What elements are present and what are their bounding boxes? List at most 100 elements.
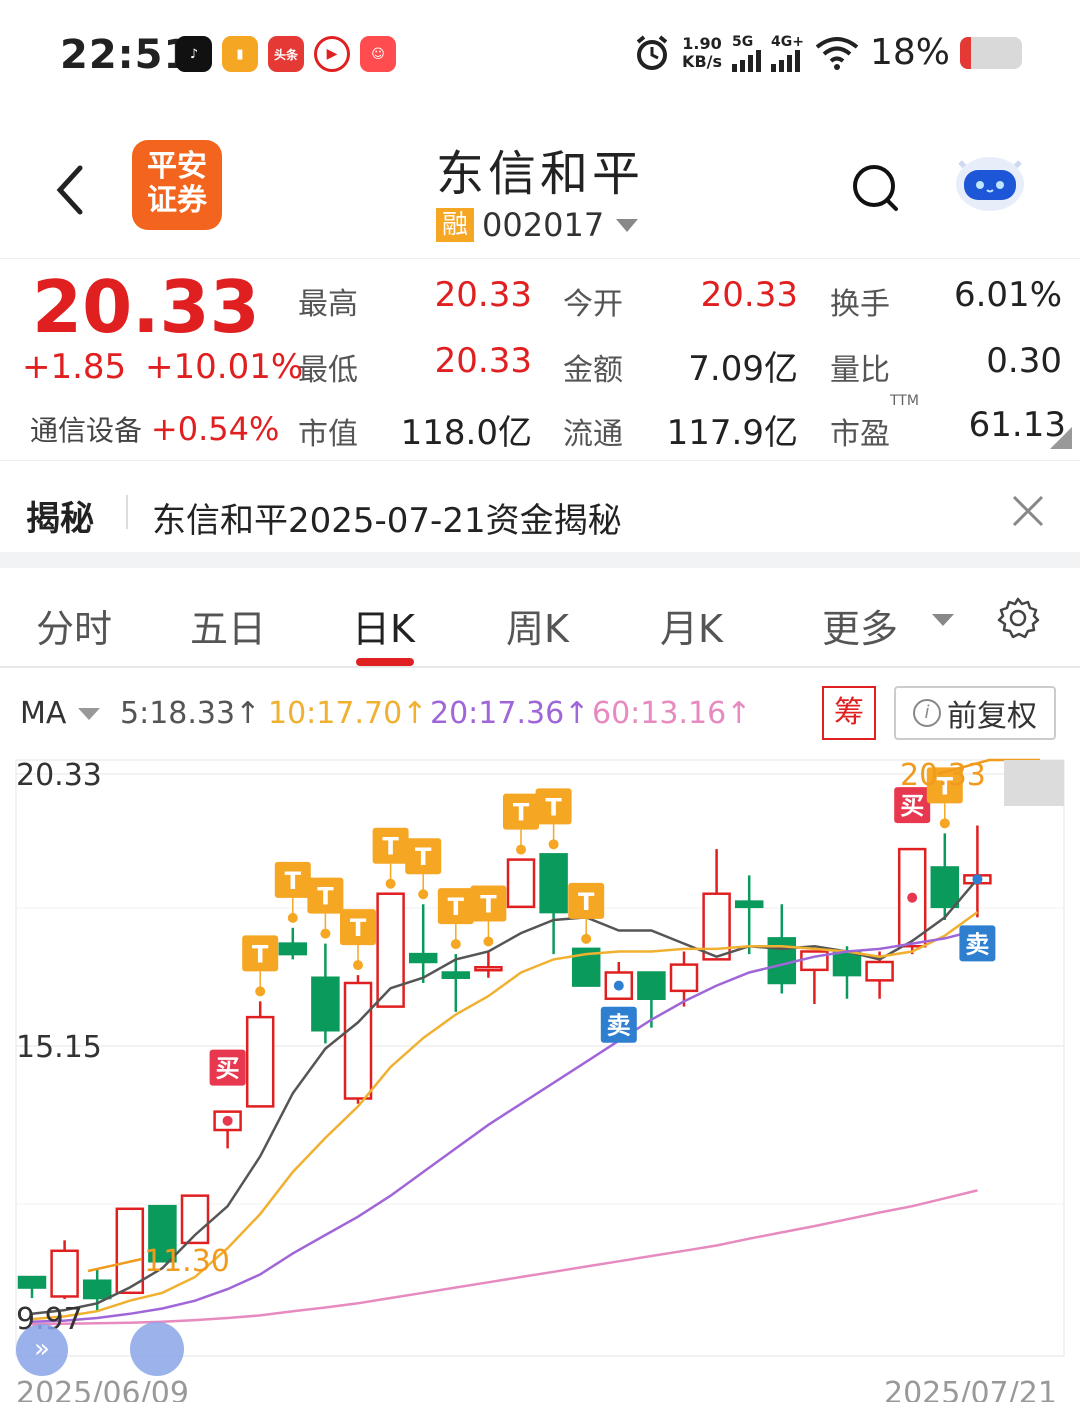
signal-dot bbox=[385, 878, 396, 889]
signal-label: T bbox=[415, 843, 432, 871]
notification-app-icons: ♪ ▮ 头条 ▶ ☺ bbox=[176, 36, 396, 72]
divider bbox=[126, 495, 128, 529]
stock-header: 平安 证券 东信和平 融 002017 bbox=[0, 120, 1080, 258]
status-time: 22:51 bbox=[60, 32, 193, 78]
fullscreen-icon[interactable] bbox=[130, 1322, 184, 1376]
reveal-tag: 揭秘 bbox=[26, 499, 94, 539]
info-icon: i bbox=[913, 699, 941, 727]
expand-panel-icon[interactable]: » bbox=[16, 1324, 68, 1376]
signal-dot bbox=[287, 912, 298, 923]
market-cap-value: 118.0亿 bbox=[400, 413, 532, 453]
notes-icon: ▮ bbox=[222, 36, 258, 72]
signal-label: T bbox=[578, 888, 595, 916]
hotel-icon: ☺ bbox=[360, 36, 396, 72]
stock-name: 东信和平 bbox=[435, 146, 644, 202]
tab-five-day[interactable]: 五日 bbox=[190, 598, 266, 653]
candle-body bbox=[408, 952, 438, 964]
x-axis-end-date: 2025/07/21 bbox=[884, 1376, 1057, 1402]
kline-chart[interactable]: 买TTTTTTTTTTT卖买T卖 20.33 15.15 9.97 11.30 … bbox=[0, 756, 1080, 1402]
tab-intraday[interactable]: 分时 bbox=[36, 598, 112, 653]
signal-label: 买 bbox=[900, 792, 924, 820]
signal-dot bbox=[548, 839, 559, 850]
pe-label: 市盈 bbox=[830, 417, 890, 452]
net-speed: 1.90 KB/s bbox=[682, 33, 723, 71]
wifi-icon bbox=[815, 36, 859, 70]
tab-monthly-k[interactable]: 月K bbox=[660, 598, 723, 653]
turnover-label: 换手 bbox=[830, 287, 890, 322]
signal-dot bbox=[450, 939, 461, 950]
price-change: +1.85 +10.01% bbox=[22, 347, 304, 387]
ai-assistant-robot-icon[interactable] bbox=[950, 150, 1030, 214]
chart-period-tabs: 分时 五日 日K 周K 月K 更多 bbox=[0, 568, 1080, 668]
active-tab-indicator bbox=[356, 658, 414, 666]
high-label: 最高 bbox=[298, 287, 358, 322]
chevron-down-icon bbox=[932, 614, 954, 626]
quote-panel: 20.33 +1.85 +10.01% 通信设备 +0.54% 最高 20.33… bbox=[0, 258, 1080, 458]
candle-body bbox=[115, 1207, 145, 1295]
candle-body bbox=[474, 965, 503, 972]
gear-icon[interactable] bbox=[996, 596, 1040, 640]
video-icon: ▶ bbox=[314, 36, 350, 72]
tab-more[interactable]: 更多 bbox=[822, 598, 898, 653]
float-cap-value: 117.9亿 bbox=[666, 413, 798, 453]
chart-overlay-box bbox=[1004, 760, 1064, 806]
candle-body bbox=[734, 900, 764, 909]
chip-distribution-button[interactable]: 筹 bbox=[822, 686, 876, 740]
toutiao-icon: 头条 bbox=[268, 36, 304, 72]
signal-5g: 5G bbox=[732, 34, 762, 72]
candle-body bbox=[865, 960, 894, 982]
candle-body bbox=[441, 971, 471, 979]
tab-weekly-k[interactable]: 周K bbox=[506, 598, 569, 653]
turnover-value: 6.01% bbox=[953, 275, 1062, 315]
margin-badge: 融 bbox=[436, 208, 475, 242]
fund-reveal-banner[interactable]: 揭秘 东信和平2025-07-21资金揭秘 bbox=[0, 460, 1080, 552]
signal-dot bbox=[581, 933, 592, 944]
signal-dot bbox=[418, 889, 429, 900]
amount-value: 7.09亿 bbox=[688, 349, 798, 389]
float-cap-label: 流通 bbox=[563, 417, 623, 452]
signal-label: 买 bbox=[216, 1055, 240, 1083]
signal-dot bbox=[907, 892, 918, 903]
signal-label: T bbox=[317, 883, 334, 911]
kline-svg[interactable]: 买TTTTT TT TT TT卖买T卖 bbox=[0, 756, 1080, 1402]
open-value: 20.33 bbox=[700, 275, 798, 315]
section-gap bbox=[0, 552, 1080, 568]
expand-corner-icon[interactable] bbox=[1050, 427, 1072, 449]
pe-value: 61.13 bbox=[968, 405, 1066, 445]
current-price: 20.33 bbox=[32, 265, 260, 349]
stock-code: 002017 bbox=[482, 206, 605, 244]
signal-dot bbox=[222, 1115, 233, 1126]
signal-dot bbox=[483, 936, 494, 947]
signal-dot bbox=[255, 986, 266, 997]
signal-dot bbox=[972, 874, 983, 885]
tab-daily-k[interactable]: 日K bbox=[352, 598, 415, 653]
candle-body bbox=[17, 1275, 47, 1289]
pe-ttm-suffix: TTM bbox=[890, 393, 919, 409]
signal-dot bbox=[939, 818, 950, 829]
y-axis-mid: 15.15 bbox=[16, 1030, 102, 1065]
candle-body bbox=[669, 963, 699, 993]
sector-change[interactable]: 通信设备 +0.54% bbox=[30, 409, 279, 449]
signal-4g: 4G+ bbox=[771, 34, 804, 72]
candle-body bbox=[278, 942, 308, 956]
signal-label: T bbox=[252, 940, 269, 968]
battery-percent: 18% bbox=[869, 32, 950, 73]
alarm-icon bbox=[636, 34, 668, 70]
ma-selector[interactable]: MA bbox=[20, 696, 66, 731]
signal-label: T bbox=[350, 914, 367, 942]
signal-label: T bbox=[480, 890, 497, 918]
candle-body bbox=[245, 1015, 275, 1108]
volume-ratio-label: 量比 bbox=[830, 353, 890, 388]
high-value: 20.33 bbox=[434, 275, 532, 315]
search-icon[interactable] bbox=[850, 162, 902, 214]
signal-label: T bbox=[285, 867, 302, 895]
close-icon[interactable] bbox=[1008, 491, 1048, 531]
stock-code-selector[interactable]: 融 002017 bbox=[436, 206, 639, 244]
signal-bars-icon bbox=[771, 49, 801, 72]
forward-adjust-button[interactable]: i 前复权 bbox=[894, 686, 1056, 740]
reveal-text[interactable]: 东信和平2025-07-21资金揭秘 bbox=[152, 493, 622, 542]
signal-label: 卖 bbox=[607, 1012, 631, 1040]
ma20-value: 20:17.36↑ bbox=[430, 696, 590, 731]
chevron-down-icon[interactable] bbox=[78, 708, 100, 720]
open-label: 今开 bbox=[563, 287, 623, 322]
